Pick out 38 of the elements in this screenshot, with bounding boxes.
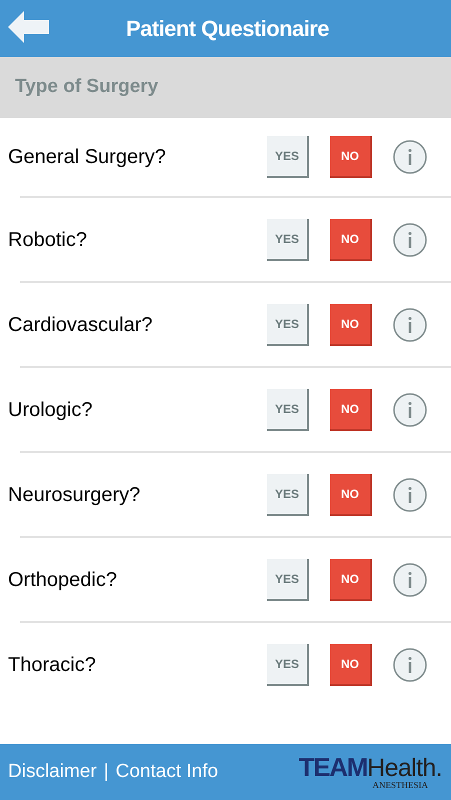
question-label: Urologic? (8, 398, 94, 422)
answer-button[interactable]: YES (267, 304, 309, 346)
answer-button[interactable]: YES (267, 136, 309, 178)
info-icon[interactable] (393, 308, 427, 342)
answer-button[interactable]: NO (330, 558, 372, 600)
answer-button[interactable]: YES (267, 218, 309, 260)
logo-text: TEAM (298, 754, 368, 780)
question-label: Orthopedic? (8, 568, 118, 592)
info-icon[interactable] (393, 648, 427, 682)
answer-button[interactable]: NO (330, 474, 372, 516)
logo-subtitle: ANESTHESIA (372, 781, 428, 790)
info-icon[interactable] (393, 222, 427, 256)
answer-button[interactable]: YES (267, 558, 309, 600)
question-label: General Surgery? (7, 145, 167, 170)
question-label: Cardiovascular? (8, 312, 154, 338)
question-label: Neurosurgery? (8, 482, 142, 508)
separator-text: | (104, 760, 109, 784)
answer-button[interactable]: NO (330, 136, 372, 178)
answer-button[interactable]: NO (330, 644, 372, 686)
section-title: Type of Surgery (15, 75, 158, 100)
info-icon[interactable] (393, 392, 427, 426)
logo-text: Health. (367, 756, 442, 781)
answer-button[interactable]: NO (330, 218, 372, 260)
answer-button[interactable]: NO (330, 304, 372, 346)
back-arrow-icon (8, 9, 50, 45)
question-label: Thoracic? (8, 652, 97, 678)
info-icon[interactable] (393, 140, 427, 174)
answer-button[interactable]: YES (267, 644, 309, 686)
footer-link[interactable]: Contact Info (116, 758, 218, 786)
back-button[interactable] (8, 9, 50, 45)
screen-title: Patient Questionaire (126, 15, 329, 43)
footer-link[interactable]: Disclaimer (8, 758, 97, 786)
answer-button[interactable]: YES (267, 388, 309, 430)
info-icon[interactable] (393, 562, 427, 596)
info-icon[interactable] (393, 478, 427, 512)
answer-button[interactable]: NO (330, 388, 372, 430)
question-label: Robotic? (8, 228, 88, 252)
answer-button[interactable]: YES (267, 474, 309, 516)
